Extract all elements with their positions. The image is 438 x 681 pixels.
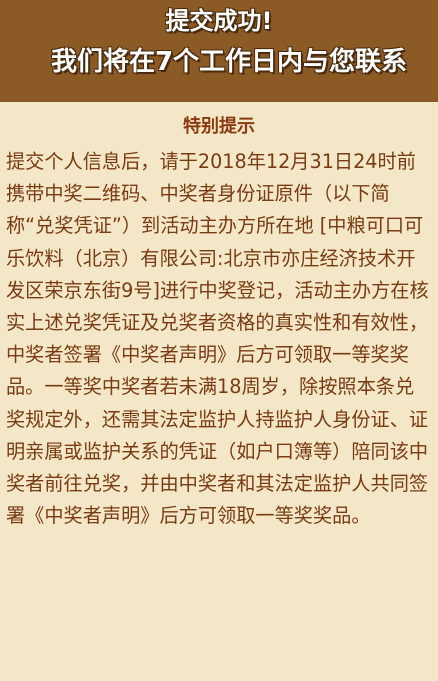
notice-title: 特别提示	[183, 116, 255, 137]
success-title: 提交成功!	[165, 7, 273, 35]
contact-message: 我们将在7个工作日内与您联系	[50, 47, 408, 77]
notice-body: 提交个人信息后，请于2018年12月31日24时前携带中奖二维码、中奖者身份证原…	[6, 150, 429, 528]
success-header: 提交成功! 我们将在7个工作日内与您联系	[0, 0, 438, 102]
